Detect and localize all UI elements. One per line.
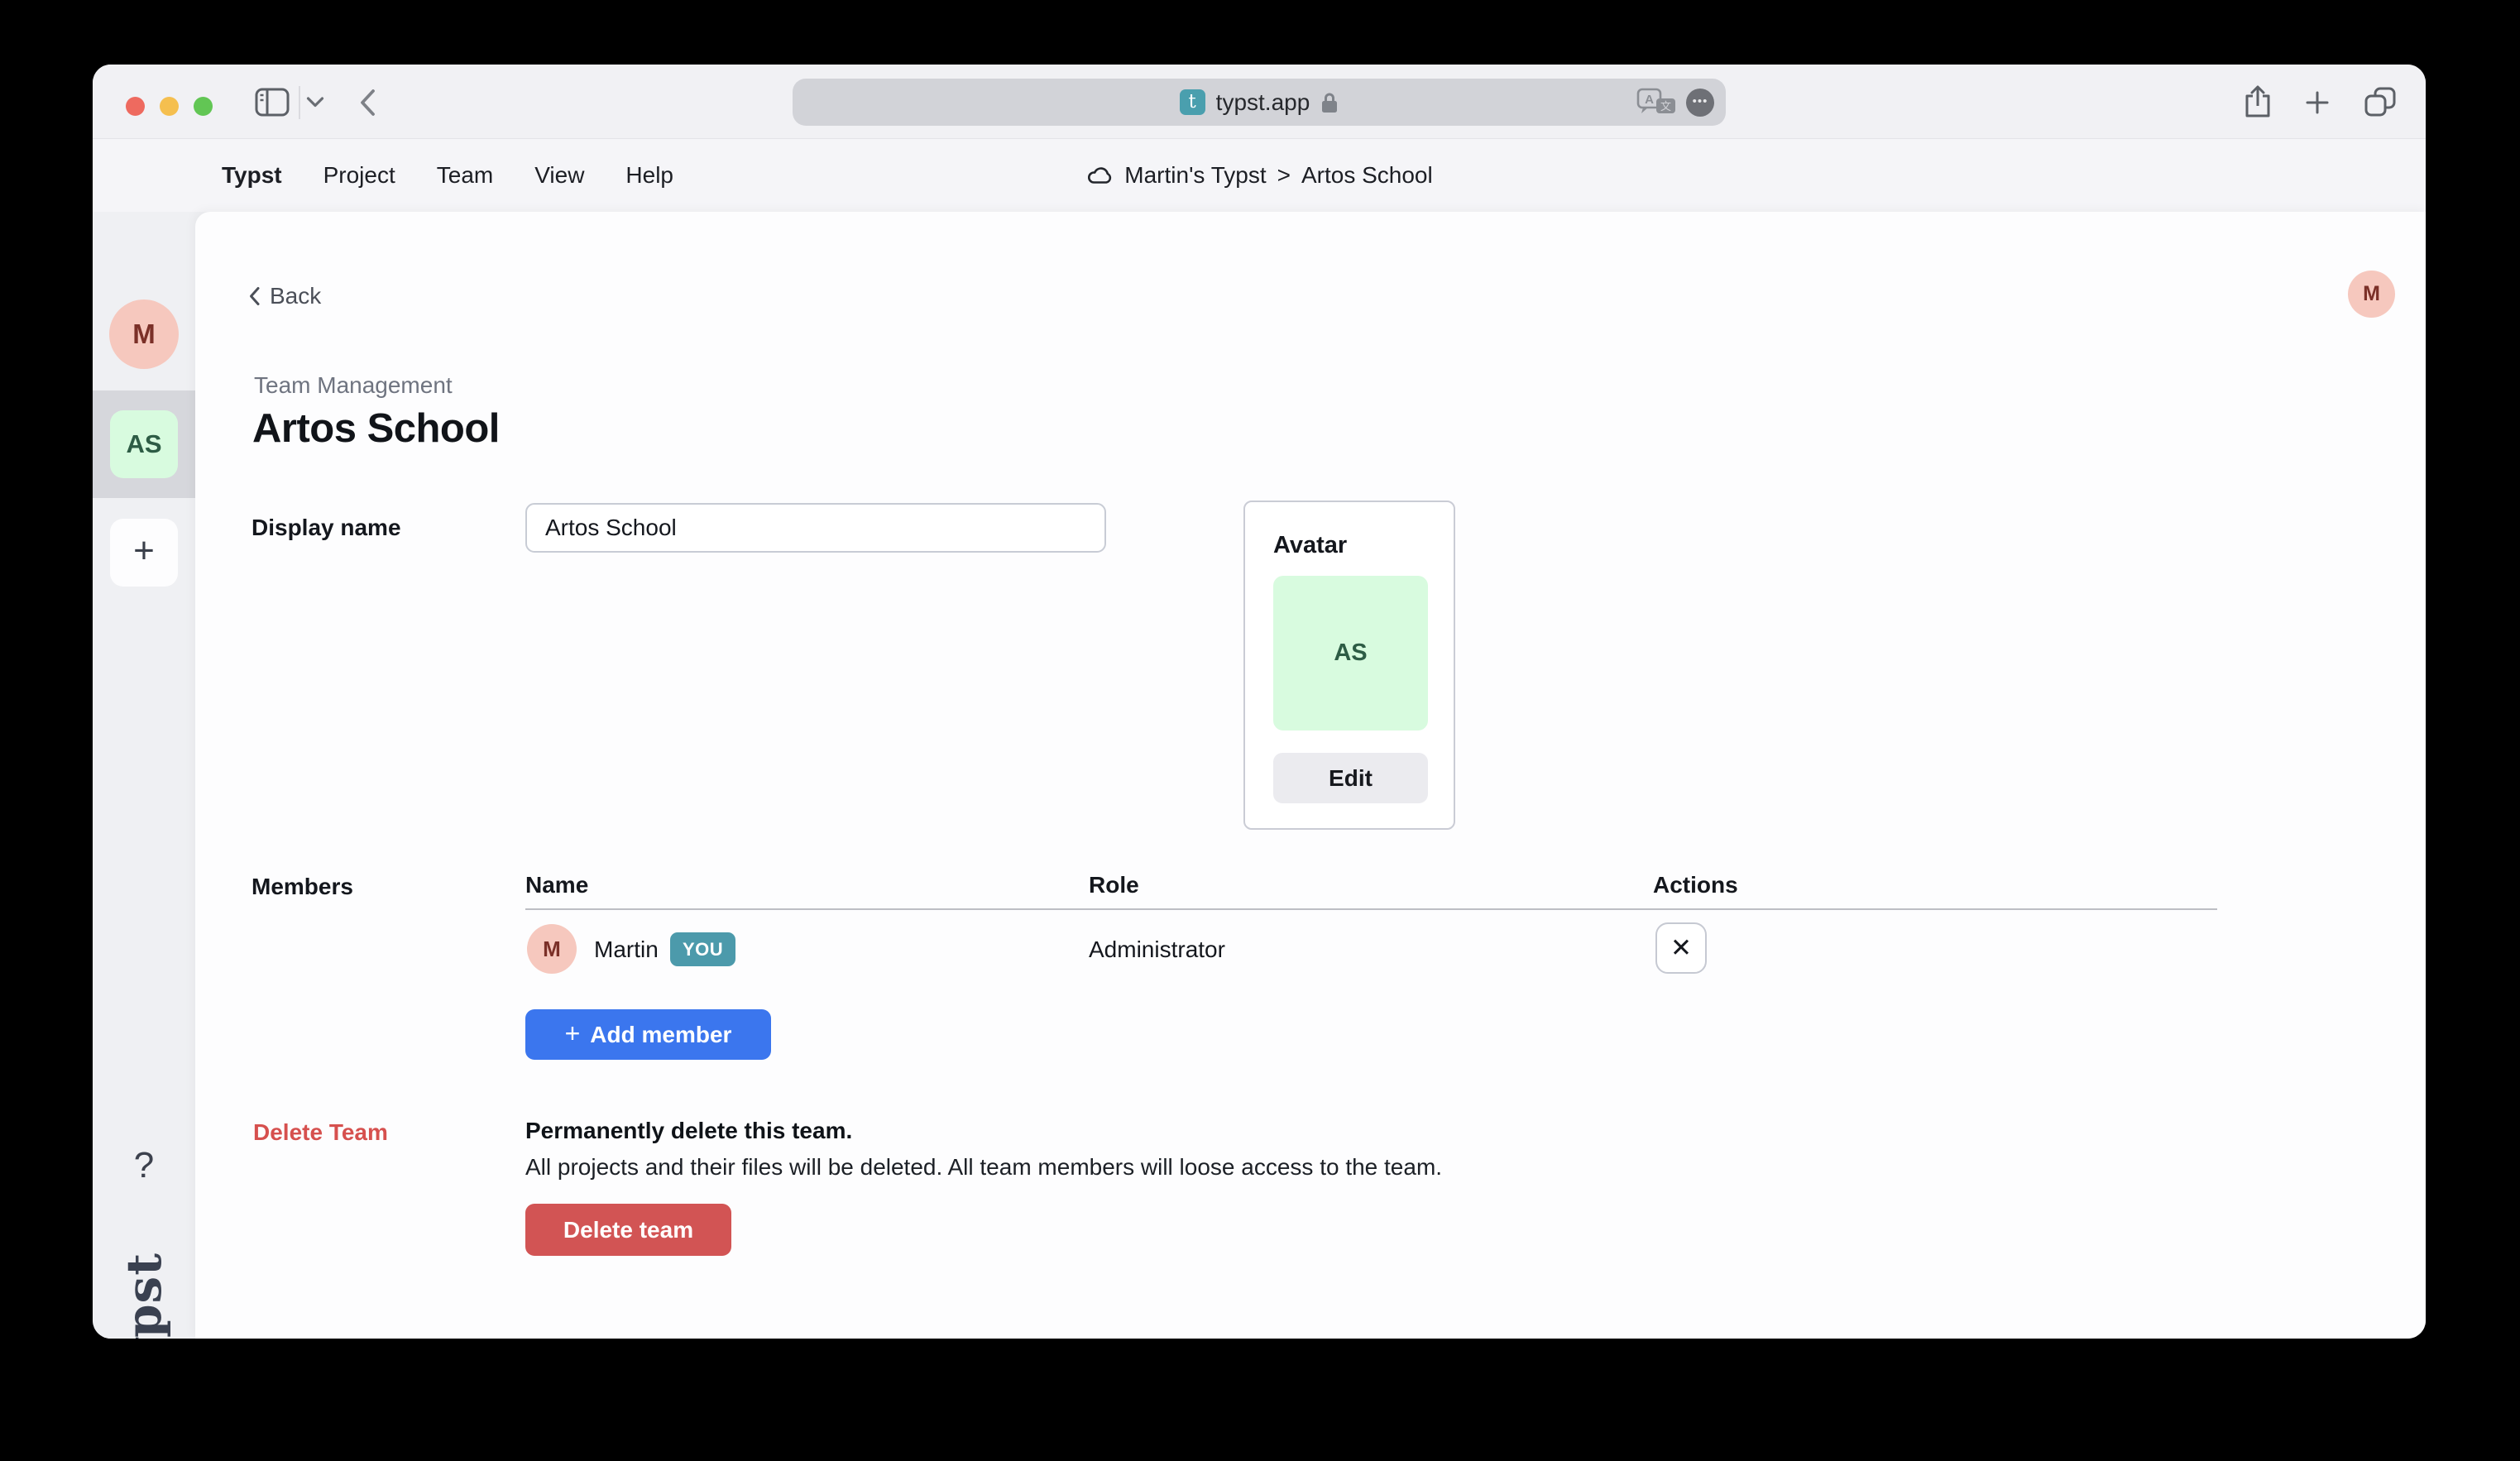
help-icon[interactable]: ? — [93, 1145, 195, 1186]
translate-icon[interactable]: A 文 — [1636, 88, 1678, 117]
menu-view[interactable]: View — [534, 162, 584, 189]
account-avatar[interactable]: M — [2348, 271, 2395, 318]
add-team-button[interactable]: + — [110, 519, 178, 587]
you-badge: YOU — [670, 932, 735, 966]
site-favicon: t — [1180, 89, 1205, 115]
display-name-label: Display name — [252, 515, 401, 541]
app-menus: Typst Project Team View Help — [222, 139, 673, 212]
column-header-name: Name — [525, 872, 588, 898]
remove-member-button[interactable]: ✕ — [1655, 922, 1707, 974]
team-sidebar: M AS + ? typst — [93, 212, 195, 1339]
breadcrumb-page: Artos School — [1301, 162, 1433, 189]
member-name: Martin — [594, 936, 659, 963]
close-window-button[interactable] — [126, 97, 145, 116]
browser-window: t typst.app A 文 ••• — [93, 65, 2426, 1339]
svg-text:文: 文 — [1660, 100, 1671, 113]
member-avatar: M — [527, 924, 577, 974]
delete-team-heading: Permanently delete this team. — [525, 1118, 852, 1144]
members-label: Members — [252, 874, 353, 900]
typst-logo: typst — [116, 1253, 172, 1339]
avatar-card-title: Avatar — [1273, 532, 1347, 559]
chevron-down-icon[interactable] — [306, 96, 324, 108]
app-menubar: Typst Project Team View Help Martin's Ty… — [93, 139, 2426, 212]
new-tab-icon[interactable] — [2305, 90, 2330, 115]
team-avatar-preview: AS — [1273, 576, 1428, 730]
share-icon[interactable] — [2244, 84, 2272, 119]
back-button[interactable]: Back — [248, 283, 321, 309]
breadcrumb-separator: > — [1277, 162, 1291, 189]
sidebar-user-avatar[interactable]: M — [109, 299, 179, 369]
zoom-window-button[interactable] — [194, 97, 213, 116]
menu-typst[interactable]: Typst — [222, 162, 282, 189]
close-icon: ✕ — [1670, 933, 1692, 963]
tab-overview-icon[interactable] — [2364, 87, 2396, 117]
add-member-button[interactable]: + Add member — [525, 1009, 771, 1060]
breadcrumb-workspace[interactable]: Martin's Typst — [1124, 162, 1266, 189]
display-name-input[interactable] — [525, 503, 1106, 553]
back-label: Back — [270, 283, 321, 309]
menu-help[interactable]: Help — [625, 162, 673, 189]
plus-icon: + — [565, 1018, 581, 1049]
member-role: Administrator — [1089, 936, 1225, 963]
page-title: Artos School — [252, 405, 500, 452]
svg-text:A: A — [1645, 93, 1654, 107]
avatar-card: Avatar AS Edit — [1243, 501, 1455, 830]
column-header-actions: Actions — [1653, 872, 1738, 898]
browser-toolbar: t typst.app A 文 ••• — [93, 65, 2426, 139]
edit-avatar-button[interactable]: Edit — [1273, 753, 1428, 803]
section-label: Team Management — [254, 372, 453, 399]
back-navigation-icon[interactable] — [357, 88, 377, 117]
breadcrumb[interactable]: Martin's Typst > Artos School — [1085, 139, 1432, 212]
chevron-left-icon — [248, 286, 261, 306]
team-management-page: Back M Team Management Artos School Disp… — [195, 212, 2426, 1339]
minimize-window-button[interactable] — [160, 97, 179, 116]
menu-project[interactable]: Project — [323, 162, 395, 189]
delete-team-description: All projects and their files will be del… — [525, 1154, 1442, 1181]
cloud-icon — [1085, 165, 1114, 187]
address-bar[interactable]: t typst.app A 文 ••• — [793, 79, 1726, 126]
toolbar-divider — [299, 86, 300, 119]
page-options-icon[interactable]: ••• — [1686, 89, 1714, 117]
sidebar-toggle-icon[interactable] — [255, 88, 290, 117]
delete-team-label: Delete Team — [253, 1119, 388, 1146]
main-area: M AS + ? typst Back M Team Management Ar… — [93, 212, 2426, 1339]
table-header-divider — [525, 908, 2217, 910]
lock-icon — [1320, 91, 1339, 114]
add-member-label: Add member — [590, 1022, 731, 1048]
url-text: typst.app — [1216, 89, 1310, 116]
delete-team-button[interactable]: Delete team — [525, 1204, 731, 1256]
menu-team[interactable]: Team — [437, 162, 493, 189]
sidebar-active-team[interactable]: AS — [93, 390, 195, 498]
sidebar-team-avatar: AS — [110, 410, 178, 478]
column-header-role: Role — [1089, 872, 1139, 898]
